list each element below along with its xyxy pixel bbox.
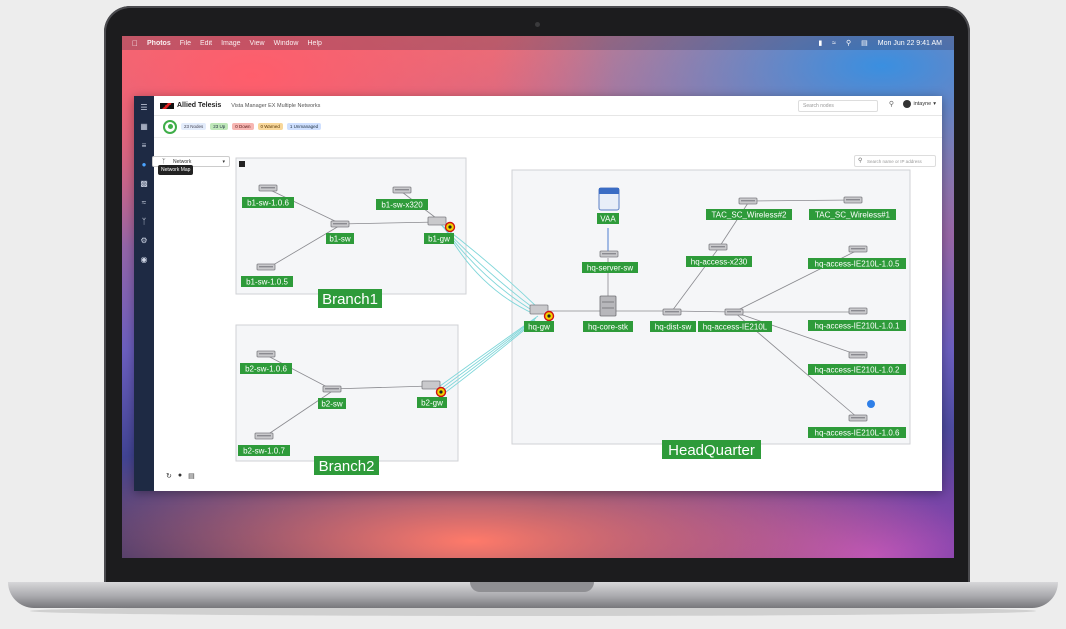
switch-icon-hq-dist-sw[interactable] — [662, 308, 682, 316]
node-label[interactable]: b1-gw — [428, 235, 450, 244]
map-search-input[interactable]: ⚲ Search name or IP address — [854, 155, 936, 167]
group-frame-branch2[interactable] — [235, 324, 459, 462]
chevron-down-icon: ▾ — [222, 159, 225, 165]
notification-badge-icon[interactable] — [867, 400, 875, 408]
node-label[interactable]: b2-sw-1.0.7 — [243, 447, 285, 456]
switch-icon-b1-sw-106[interactable] — [258, 184, 278, 192]
stack-icon-hq-core-stk[interactable] — [599, 295, 617, 317]
node-label[interactable]: hq-access-x230 — [691, 258, 748, 267]
node-label[interactable]: hq-access-IE210L — [703, 323, 768, 332]
switch-icon-b2-sw[interactable] — [322, 385, 342, 393]
map-search-placeholder: Search name or IP address — [867, 159, 922, 164]
switch-icon-hq-server-sw[interactable] — [599, 250, 619, 258]
node-label[interactable]: hq-core-stk — [588, 323, 629, 332]
layer-icon[interactable]: ● — [178, 472, 182, 480]
node-label[interactable]: hq-access-IE210L-1.0.6 — [815, 429, 900, 438]
node-label[interactable]: b1-sw-x320 — [381, 201, 423, 210]
switch-icon-b1-sw-105[interactable] — [256, 263, 276, 271]
search-icon: ⚲ — [858, 158, 863, 164]
switch-icon-b1-sw[interactable] — [330, 220, 350, 228]
node-label[interactable]: hq-access-IE210L-1.0.1 — [815, 322, 900, 331]
switch-icon-ie-101[interactable] — [848, 307, 868, 315]
switch-icon-ie-105[interactable] — [848, 245, 868, 253]
node-label[interactable]: b1-sw — [329, 235, 351, 244]
access-point-icon-tac-2[interactable] — [738, 197, 758, 205]
node-label[interactable]: VAA — [600, 215, 616, 224]
node-label[interactable]: b1-sw-1.0.5 — [246, 278, 288, 287]
switch-icon-ie-106[interactable] — [848, 414, 868, 422]
node-label[interactable]: TAC_SC_Wireless#1 — [815, 211, 891, 220]
group-label-branch2[interactable]: Branch2 — [319, 458, 375, 475]
access-point-icon-tac-1[interactable] — [843, 196, 863, 204]
node-label[interactable]: hq-access-IE210L-1.0.2 — [815, 366, 900, 375]
node-label[interactable]: hq-dist-sw — [655, 323, 692, 332]
tooltip-network-map: Network Map — [158, 165, 194, 175]
node-label[interactable]: hq-server-sw — [587, 264, 633, 273]
switch-icon-b2-sw-107[interactable] — [254, 432, 274, 440]
node-label[interactable]: b1-sw-1.0.6 — [247, 199, 289, 208]
node-label[interactable]: b2-gw — [421, 399, 443, 408]
switch-icon-hq-access-x230[interactable] — [708, 243, 728, 251]
refresh-icon[interactable]: ↻ — [166, 472, 172, 480]
switch-icon-ie-102[interactable] — [848, 351, 868, 359]
node-label[interactable]: hq-access-IE210L-1.0.5 — [815, 260, 900, 269]
switch-icon-b2-sw-106[interactable] — [256, 350, 276, 358]
select-toggle-icon[interactable] — [239, 161, 245, 167]
group-label-headquarter[interactable]: HeadQuarter — [668, 442, 755, 459]
node-label[interactable]: b2-sw — [321, 400, 343, 409]
appliance-icon-vaa[interactable] — [598, 187, 620, 211]
export-icon[interactable]: ▤ — [188, 472, 195, 480]
switch-icon-hq-access-ie210l[interactable] — [724, 308, 744, 316]
map-controls: ↻ ● ▤ — [166, 472, 195, 480]
node-label[interactable]: b2-sw-1.0.6 — [245, 365, 287, 374]
switch-icon-b1-sw-x320[interactable] — [392, 186, 412, 194]
group-frame-branch1[interactable] — [235, 157, 467, 295]
group-label-branch1[interactable]: Branch1 — [322, 291, 378, 308]
laptop-photo:  Photos File Edit Image View Window Hel… — [0, 0, 1066, 629]
node-label[interactable]: TAC_SC_Wireless#2 — [712, 211, 788, 220]
node-label[interactable]: hq-gw — [528, 323, 550, 332]
network-map: b1-sw-1.0.6 b1-sw-x320 b1-sw b1-gw b1-sw… — [235, 157, 911, 475]
